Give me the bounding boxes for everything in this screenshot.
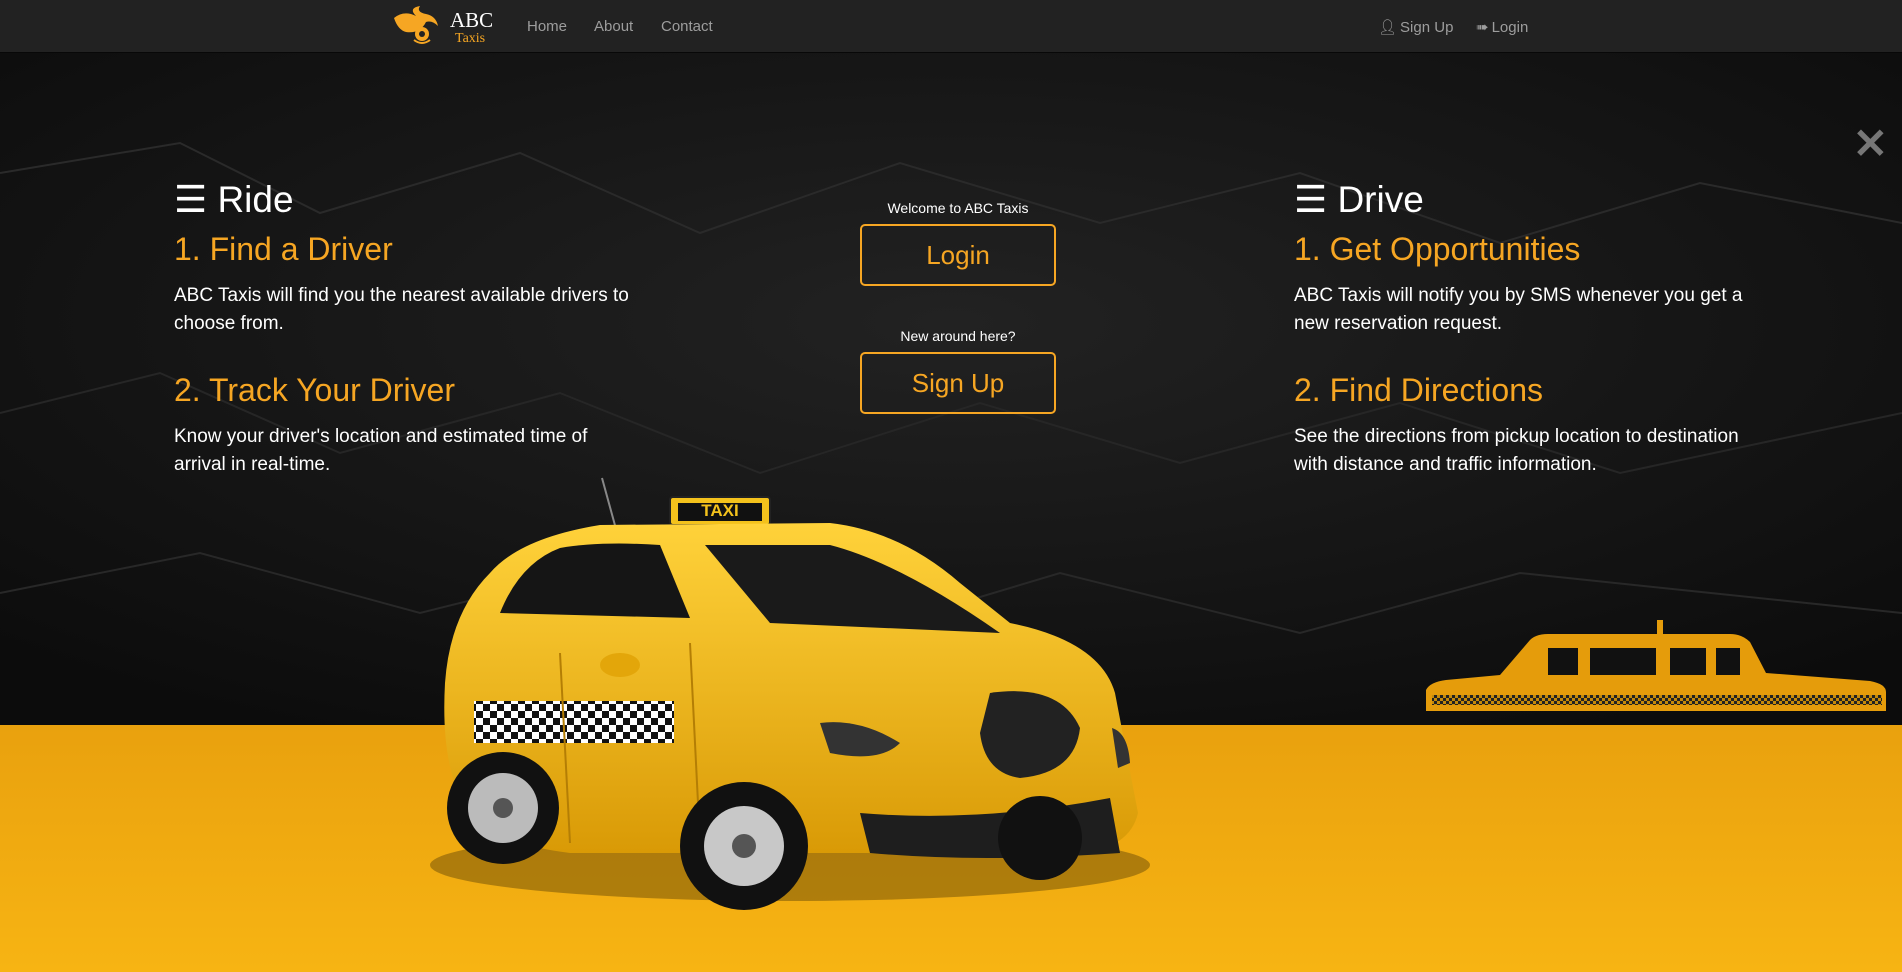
ride-heading-text: Ride [217, 179, 294, 220]
brand-name: ABC [450, 8, 494, 32]
ride-section: ☰ Ride 1. Find a Driver ABC Taxis will f… [174, 178, 634, 479]
hamburger-menu-icon: ☰ [174, 179, 208, 220]
auth-panel: Welcome to ABC Taxis Login New around he… [858, 200, 1058, 414]
hamburger-menu-icon: ☰ [1294, 179, 1328, 220]
nav-login-label: Login [1491, 19, 1529, 36]
drive-section: ☰ Drive 1. Get Opportunities ABC Taxis w… [1294, 178, 1754, 479]
welcome-text: Welcome to ABC Taxis [887, 200, 1029, 216]
hero-section: TAXI ✕ ☰ Ride 1. Find a Driver ABC Taxis… [0, 53, 1902, 972]
ride-heading: ☰ Ride [174, 178, 634, 221]
ride-step2-text: Know your driver's location and estimate… [174, 426, 588, 475]
nav-home[interactable]: Home [527, 18, 567, 35]
drive-step2-text: See the directions from pickup location … [1294, 426, 1739, 475]
drive-heading: ☰ Drive [1294, 178, 1754, 221]
navbar: ABC Taxis Home About Contact 👤︎ Sign Up ➠… [0, 0, 1902, 53]
nav-login[interactable]: ➠ Login [1476, 18, 1528, 36]
nav-signup[interactable]: 👤︎ Sign Up [1378, 18, 1453, 36]
brand-subtitle: Taxis [455, 31, 486, 46]
signup-button[interactable]: Sign Up [860, 352, 1056, 414]
login-button[interactable]: Login [860, 224, 1056, 286]
brand-logo-icon [394, 6, 438, 44]
ride-step1-title: 1. Find a Driver [174, 231, 393, 267]
nav-about[interactable]: About [594, 18, 633, 35]
ride-step1-text: ABC Taxis will find you the nearest avai… [174, 285, 629, 334]
nav-signup-label: Sign Up [1400, 19, 1454, 36]
user-icon: 👤︎ [1378, 19, 1398, 36]
drive-step1-text: ABC Taxis will notify you by SMS wheneve… [1294, 285, 1743, 334]
new-user-text: New around here? [900, 328, 1016, 344]
nav-contact[interactable]: Contact [661, 18, 713, 35]
sign-in-icon: ➠ [1476, 19, 1489, 36]
drive-step1-title: 1. Get Opportunities [1294, 231, 1581, 267]
drive-step2-title: 2. Find Directions [1294, 372, 1543, 408]
ride-step2-title: 2. Track Your Driver [174, 372, 455, 408]
drive-heading-text: Drive [1337, 179, 1424, 220]
close-icon[interactable]: ✕ [1853, 123, 1888, 165]
taxi-sign-text: TAXI [701, 501, 738, 520]
